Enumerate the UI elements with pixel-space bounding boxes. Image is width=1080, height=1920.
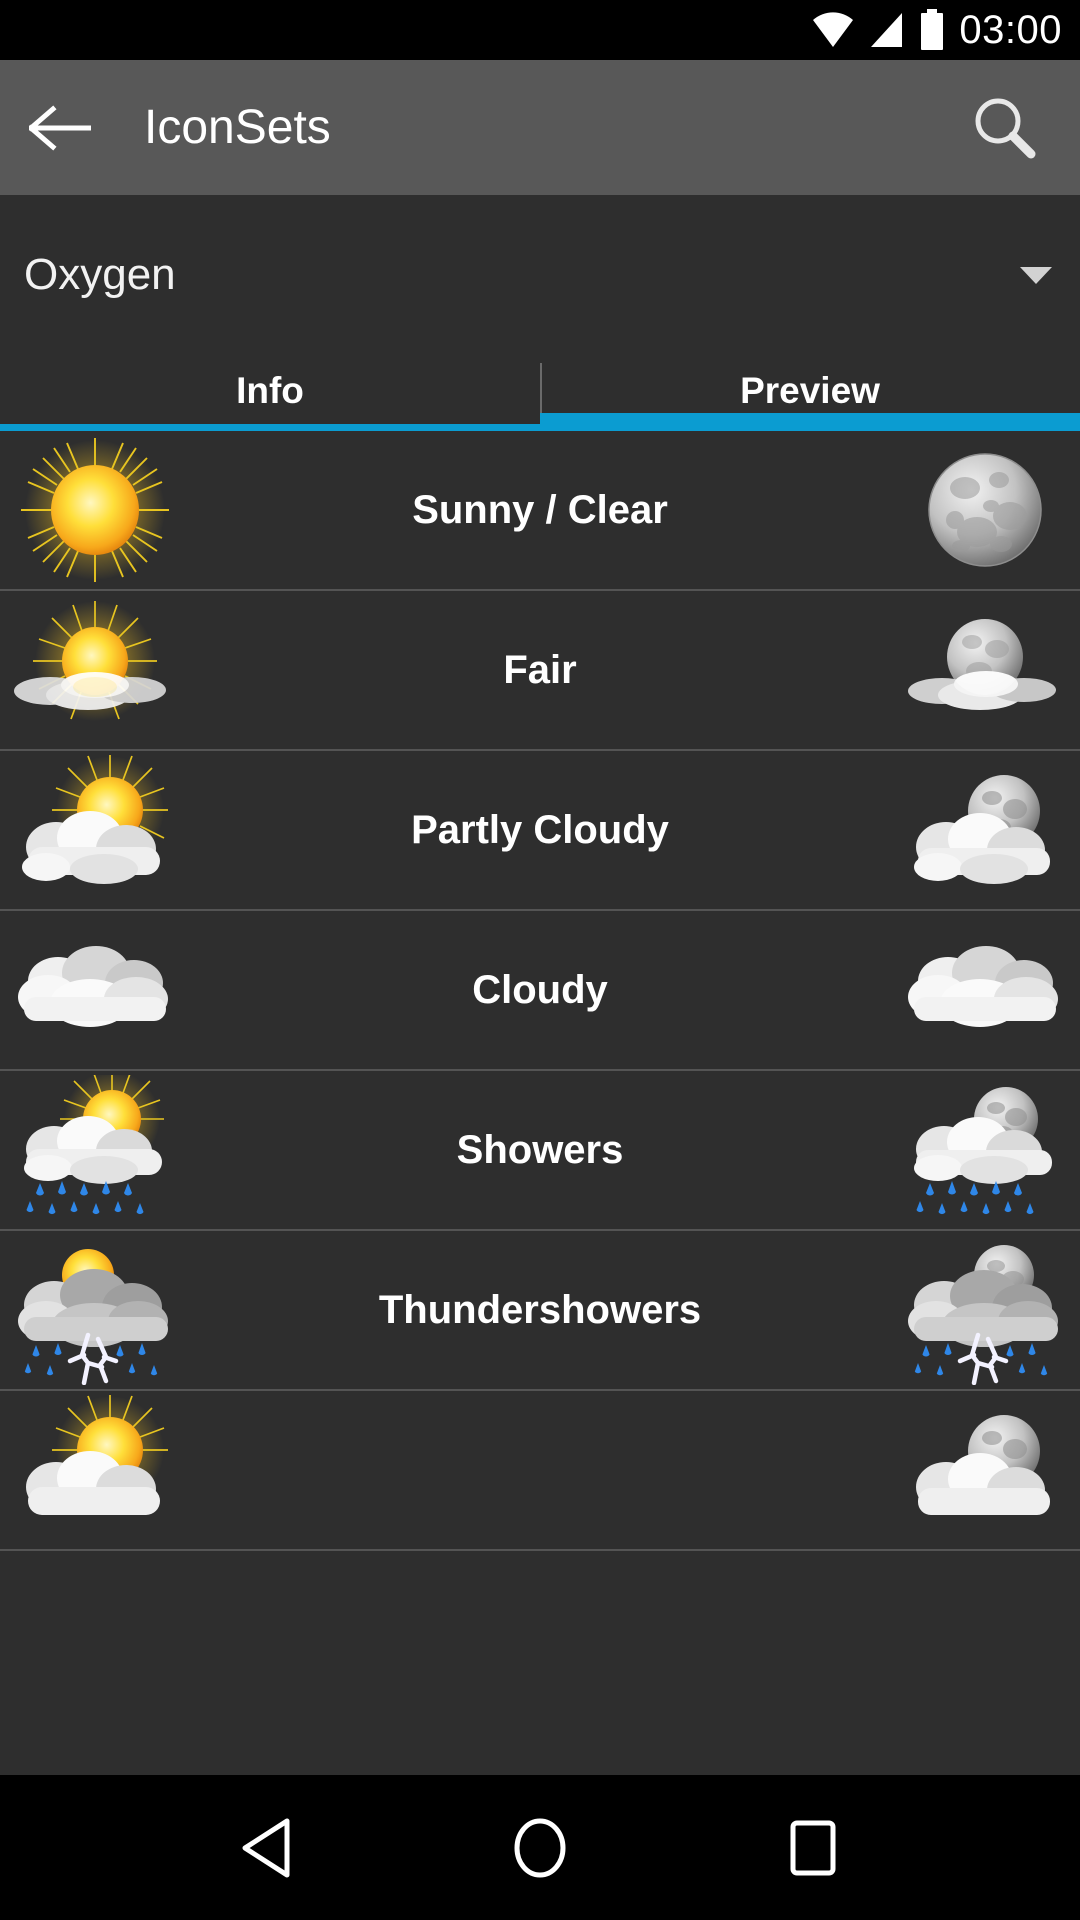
table-row-label: Showers: [456, 1128, 624, 1172]
nav-home-button[interactable]: [470, 1775, 610, 1920]
sun-cloud-icon: [22, 755, 168, 884]
sun-icon: [21, 438, 169, 582]
night-icon-cell: [890, 1390, 1080, 1550]
cloud-icon: [18, 946, 168, 1027]
day-icon-cell: [0, 590, 190, 750]
nav-back-triangle-icon: [242, 1818, 290, 1877]
status-bar-icons: [811, 9, 945, 51]
sun-cloud-rain-icon: [24, 1075, 164, 1215]
nav-back-button[interactable]: [197, 1775, 337, 1920]
tab-info-label: Info: [236, 369, 304, 411]
sun-haze-icon: [14, 601, 166, 721]
day-icon-cell: [0, 1230, 190, 1390]
table-row-label: Fair: [503, 648, 577, 692]
sun-cloud-thunderstorm-icon: [18, 1249, 168, 1385]
cloud-icon: [908, 946, 1058, 1027]
tab-info-indicator: [0, 424, 540, 431]
system-navigation-bar: [0, 1775, 1080, 1920]
table-row-label: Sunny / Clear: [412, 488, 668, 532]
day-icon-cell: [0, 1390, 190, 1550]
night-icon-cell: [890, 431, 1080, 590]
search-button[interactable]: [944, 60, 1064, 195]
weather-icon-preview-list[interactable]: Sunny / Clear Fair Partly Cloudy Cloudy …: [0, 431, 1080, 1775]
night-icon-cell: [890, 1230, 1080, 1390]
sun-cloud-icon: [26, 1395, 168, 1515]
moon-cloud-rain-icon: [914, 1087, 1052, 1215]
nav-recents-square-icon: [790, 1820, 836, 1875]
moon-haze-icon: [908, 619, 1056, 710]
table-row-label: Cloudy: [472, 968, 608, 1012]
nav-recents-button[interactable]: [743, 1775, 883, 1920]
table-row-label: Partly Cloudy: [411, 808, 669, 852]
table-row[interactable]: Showers: [0, 1071, 1080, 1231]
moon-cloud-thunderstorm-icon: [908, 1245, 1058, 1385]
table-row[interactable]: Partly Cloudy: [0, 751, 1080, 911]
moon-cloud-icon: [914, 775, 1050, 884]
table-row[interactable]: Sunny / Clear: [0, 431, 1080, 591]
moon-cloud-icon: [916, 1415, 1050, 1515]
night-icon-cell: [890, 910, 1080, 1070]
night-icon-cell: [890, 750, 1080, 910]
tab-divider: [540, 363, 542, 417]
table-row-label: Thundershowers: [378, 1288, 702, 1332]
page-title: IconSets: [144, 100, 331, 154]
night-icon-cell: [890, 1070, 1080, 1230]
chevron-down-icon: [1020, 266, 1052, 284]
night-icon-cell: [890, 590, 1080, 750]
tab-bar: Info Preview: [0, 355, 1080, 431]
tab-preview-indicator: [540, 413, 1080, 431]
table-row[interactable]: [0, 1391, 1080, 1551]
icon-set-spinner-value: Oxygen: [24, 250, 176, 299]
back-button[interactable]: [0, 60, 120, 195]
table-row[interactable]: Thundershowers: [0, 1231, 1080, 1391]
search-icon: [975, 98, 1036, 158]
wifi-icon: [813, 12, 854, 47]
status-bar-clock: 03:00: [959, 8, 1062, 52]
day-icon-cell: [0, 910, 190, 1070]
status-bar: 03:00: [0, 0, 1080, 60]
day-icon-cell: [0, 1070, 190, 1230]
day-icon-cell: [0, 750, 190, 910]
tab-preview-label: Preview: [740, 369, 880, 411]
day-icon-cell: [0, 431, 190, 590]
tab-preview[interactable]: Preview: [540, 355, 1080, 431]
back-arrow-icon: [29, 104, 91, 151]
signal-icon: [871, 13, 903, 47]
battery-icon: [921, 9, 944, 50]
tab-info[interactable]: Info: [0, 355, 540, 431]
icon-set-spinner[interactable]: Oxygen: [0, 195, 1080, 355]
app-bar: IconSets: [0, 60, 1080, 195]
moon-icon: [928, 453, 1042, 567]
table-row[interactable]: Fair: [0, 591, 1080, 751]
table-row[interactable]: Cloudy: [0, 911, 1080, 1071]
nav-home-circle-icon: [514, 1818, 566, 1877]
